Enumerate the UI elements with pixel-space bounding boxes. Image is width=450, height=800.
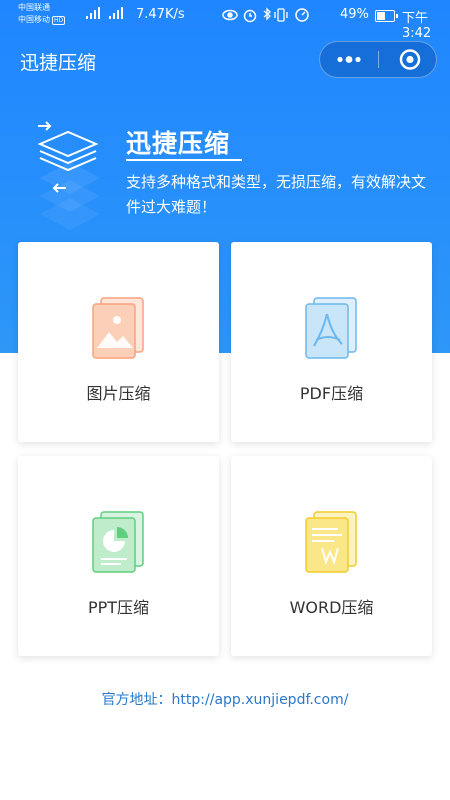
banner-title-underline xyxy=(126,159,242,161)
close-target-icon xyxy=(399,49,421,70)
image-file-icon xyxy=(92,297,144,359)
ppt-compress-card[interactable]: PPT压缩 xyxy=(18,456,219,656)
word-file-icon xyxy=(305,511,357,573)
ppt-file-icon xyxy=(92,511,144,573)
data-saver-icon xyxy=(295,8,309,22)
miniprogram-capsule xyxy=(319,41,437,78)
battery-percent: 49% xyxy=(340,7,369,22)
clock: 下午3:42 xyxy=(402,11,432,41)
capsule-divider xyxy=(378,51,379,68)
layers-logo-icon xyxy=(37,121,100,230)
more-button[interactable] xyxy=(320,42,378,77)
net-speed: 7.47K/s xyxy=(136,7,185,22)
hd-badge: HD xyxy=(52,16,66,25)
carrier-2: 中国移动 HD xyxy=(18,15,66,25)
signal-icon-1 xyxy=(86,7,100,19)
pdf-file-icon xyxy=(305,297,357,359)
eye-icon xyxy=(222,9,238,21)
official-site-link[interactable]: 官方地址：http://app.xunjiepdf.com/ xyxy=(0,689,450,709)
carrier-1: 中国联通 xyxy=(18,3,50,12)
card-label: PDF压缩 xyxy=(299,384,364,403)
card-label: PPT压缩 xyxy=(87,598,150,617)
status-icons xyxy=(222,7,309,23)
word-compress-card[interactable]: WORD压缩 xyxy=(231,456,432,656)
image-compress-card[interactable]: 图片压缩 xyxy=(18,242,219,442)
alarm-icon xyxy=(243,9,257,23)
vibrate-icon xyxy=(274,8,288,22)
signal-icon-2 xyxy=(109,7,123,19)
bluetooth-icon xyxy=(263,7,271,21)
battery-icon xyxy=(375,10,398,22)
pdf-compress-card[interactable]: PDF压缩 xyxy=(231,242,432,442)
more-dots-icon xyxy=(337,56,361,63)
status-bar: 中国联通 中国移动 HD 7.47K/s 49% 下午3:42 xyxy=(0,0,450,41)
banner-title: 迅捷压缩 xyxy=(126,129,231,158)
banner-description: 支持多种格式和类型，无损压缩，有效解决文件过大难题！ xyxy=(126,173,427,216)
page-title: 迅捷压缩 xyxy=(20,52,97,74)
card-label: WORD压缩 xyxy=(289,598,374,617)
close-button[interactable] xyxy=(380,42,436,77)
card-label: 图片压缩 xyxy=(86,384,151,403)
